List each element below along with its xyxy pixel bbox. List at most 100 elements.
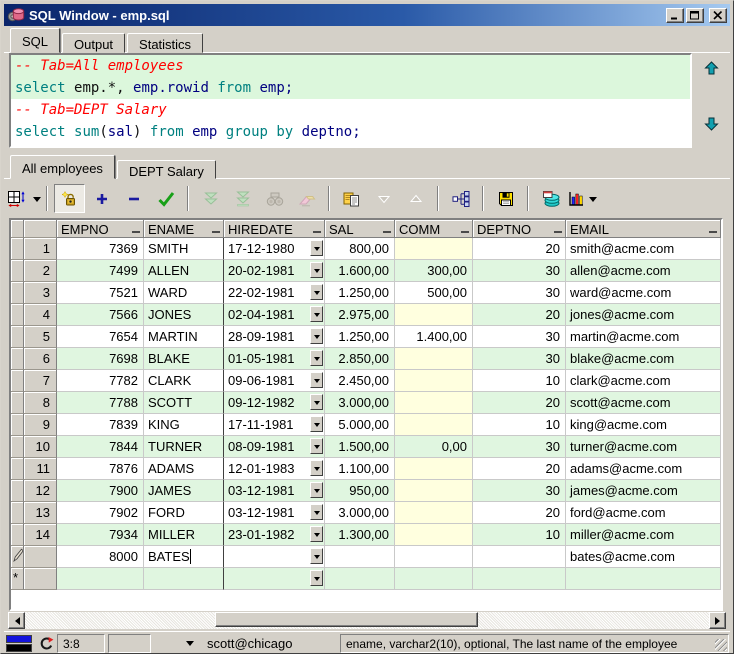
cell-sal[interactable] (325, 568, 395, 590)
cell-comm[interactable] (395, 502, 473, 524)
cell-ename[interactable]: MILLER (144, 524, 224, 546)
cell-comm[interactable] (395, 458, 473, 480)
date-dropdown-button[interactable] (310, 570, 323, 586)
result-tab-all-employees[interactable]: All employees (10, 155, 115, 179)
date-dropdown-button[interactable] (310, 262, 323, 278)
cell-ename[interactable] (144, 568, 224, 590)
date-dropdown-button[interactable] (310, 350, 323, 366)
cell-comm[interactable]: 500,00 (395, 282, 473, 304)
cell-email[interactable]: james@acme.com (566, 480, 721, 502)
cell-email[interactable]: jones@acme.com (566, 304, 721, 326)
scroll-down-button[interactable] (703, 116, 719, 131)
row-indicator[interactable] (11, 480, 24, 502)
date-dropdown-button[interactable] (310, 328, 323, 344)
result-tab-dept-salary[interactable]: DEPT Salary (116, 160, 216, 179)
cell-deptno[interactable]: 20 (473, 458, 566, 480)
row-number[interactable]: 7 (24, 370, 57, 392)
row-indicator[interactable] (11, 260, 24, 282)
tab-sql[interactable]: SQL (10, 28, 61, 53)
row-indicator[interactable] (11, 282, 24, 304)
cell-sal[interactable]: 3.000,00 (325, 502, 395, 524)
lock-button[interactable] (54, 184, 85, 213)
date-dropdown-button[interactable] (310, 482, 323, 498)
cell-deptno[interactable] (473, 568, 566, 590)
cell-sal[interactable]: 5.000,00 (325, 414, 395, 436)
connection-dropdown-icon[interactable] (186, 641, 194, 650)
cell-ename[interactable]: FORD (144, 502, 224, 524)
row-indicator[interactable] (11, 348, 24, 370)
scrollbar-thumb[interactable] (215, 612, 478, 627)
row-indicator[interactable] (11, 414, 24, 436)
auto-refresh-icon[interactable] (39, 636, 54, 651)
cell-email[interactable]: martin@acme.com (566, 326, 721, 348)
date-dropdown-button[interactable] (310, 460, 323, 476)
cell-email[interactable]: miller@acme.com (566, 524, 721, 546)
cell-empno[interactable]: 8000 (57, 546, 144, 568)
cell-empno[interactable]: 7839 (57, 414, 144, 436)
cell-empno[interactable]: 7566 (57, 304, 144, 326)
row-number[interactable]: 9 (24, 414, 57, 436)
row-indicator[interactable] (11, 502, 24, 524)
cell-ename[interactable]: BLAKE (144, 348, 224, 370)
cell-hiredate[interactable]: 08-09-1981 (224, 436, 325, 458)
cell-sal[interactable]: 2.850,00 (325, 348, 395, 370)
cell-deptno[interactable]: 20 (473, 392, 566, 414)
cell-hiredate[interactable]: 12-01-1983 (224, 458, 325, 480)
cell-ename[interactable]: WARD (144, 282, 224, 304)
cell-hiredate[interactable]: 20-02-1981 (224, 260, 325, 282)
close-button[interactable] (709, 7, 727, 23)
row-indicator[interactable]: * (11, 568, 24, 590)
cell-empno[interactable]: 7782 (57, 370, 144, 392)
row-indicator[interactable] (11, 458, 24, 480)
row-number[interactable]: 11 (24, 458, 57, 480)
row-number[interactable]: 3 (24, 282, 57, 304)
date-dropdown-button[interactable] (310, 504, 323, 520)
scroll-up-button[interactable] (703, 61, 719, 76)
cell-comm[interactable] (395, 568, 473, 590)
cell-hiredate[interactable]: 09-06-1981 (224, 370, 325, 392)
row-indicator[interactable] (11, 370, 24, 392)
date-dropdown-button[interactable] (310, 394, 323, 410)
cell-ename[interactable]: KING (144, 414, 224, 436)
column-header-deptno[interactable]: DEPTNO (473, 220, 566, 238)
date-dropdown-button[interactable] (310, 438, 323, 454)
cell-ename[interactable]: JONES (144, 304, 224, 326)
tab-statistics[interactable]: Statistics (127, 33, 204, 53)
cell-ename[interactable]: MARTIN (144, 326, 224, 348)
dropdown-caret-icon[interactable] (589, 197, 597, 206)
cell-email[interactable]: bates@acme.com (566, 546, 721, 568)
row-number[interactable]: 2 (24, 260, 57, 282)
cell-sal[interactable]: 1.600,00 (325, 260, 395, 282)
row-number[interactable]: 5 (24, 326, 57, 348)
column-header-comm[interactable]: COMM (395, 220, 473, 238)
cell-ename[interactable]: BATES (144, 546, 224, 568)
column-header-ename[interactable]: ENAME (144, 220, 224, 238)
maximize-button[interactable] (686, 7, 704, 23)
cell-email[interactable]: adams@acme.com (566, 458, 721, 480)
cell-deptno[interactable]: 30 (473, 480, 566, 502)
cell-sal[interactable]: 1.300,00 (325, 524, 395, 546)
cell-sal[interactable] (325, 546, 395, 568)
row-indicator[interactable] (11, 326, 24, 348)
row-indicator[interactable] (11, 546, 24, 568)
cell-empno[interactable]: 7902 (57, 502, 144, 524)
column-header-email[interactable]: EMAIL (566, 220, 721, 238)
cell-hiredate[interactable]: 23-01-1982 (224, 524, 325, 546)
row-number[interactable]: 8 (24, 392, 57, 414)
cell-hiredate[interactable]: 03-12-1981 (224, 502, 325, 524)
cell-ename[interactable]: JAMES (144, 480, 224, 502)
cell-empno[interactable]: 7900 (57, 480, 144, 502)
row-number[interactable]: 4 (24, 304, 57, 326)
cell-comm[interactable]: 300,00 (395, 260, 473, 282)
cell-hiredate[interactable]: 22-02-1981 (224, 282, 325, 304)
cell-ename[interactable]: ADAMS (144, 458, 224, 480)
cell-sal[interactable]: 950,00 (325, 480, 395, 502)
cell-empno[interactable]: 7844 (57, 436, 144, 458)
row-number[interactable]: 13 (24, 502, 57, 524)
cell-empno[interactable]: 7499 (57, 260, 144, 282)
cell-deptno[interactable]: 10 (473, 524, 566, 546)
cell-email[interactable]: king@acme.com (566, 414, 721, 436)
minimize-button[interactable] (666, 7, 684, 23)
row-number[interactable] (24, 568, 57, 590)
cell-sal[interactable]: 1.250,00 (325, 282, 395, 304)
